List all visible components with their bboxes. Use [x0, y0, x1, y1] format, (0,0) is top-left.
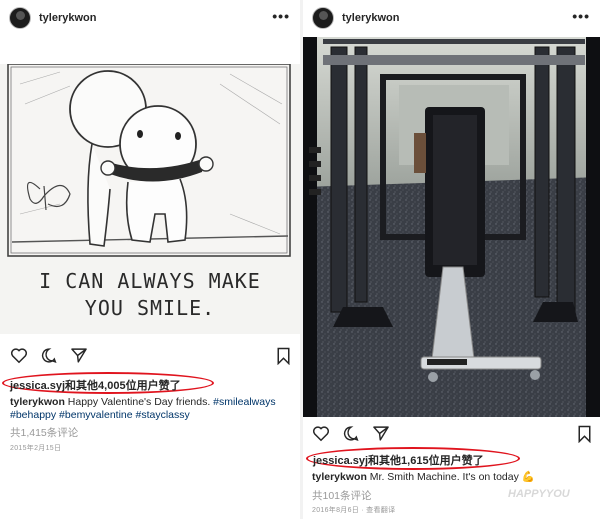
heart-icon[interactable] [10, 347, 28, 369]
watermark: HAPPYYOU [508, 488, 570, 500]
emoji-icon: 💪 [521, 471, 535, 483]
view-comments-link[interactable]: 共1,415条评论 [10, 425, 78, 440]
caption-text: Happy Valentine's Day friends. [67, 396, 211, 408]
more-icon[interactable]: ••• [572, 8, 590, 24]
sketch-drawing: I CAN ALWAYS MAKE YOU SMILE. [7, 64, 291, 320]
hashtag[interactable]: #smilealways [213, 396, 275, 408]
post-photo[interactable]: I CAN ALWAYS MAKE YOU SMILE. [0, 64, 300, 334]
view-comments-link[interactable]: 共101条评论 [312, 488, 372, 503]
share-icon[interactable] [372, 425, 390, 447]
post-left: tylerykwon ••• I CAN ALWAYS MAKE YOU SMI… [0, 0, 300, 519]
post-date: 2016年8月6日 · 查看翻译 [312, 507, 396, 514]
bookmark-icon[interactable] [577, 425, 592, 448]
caption-username[interactable]: tylerykwon [312, 471, 367, 483]
more-icon[interactable]: ••• [272, 8, 290, 24]
bookmark-icon[interactable] [276, 347, 291, 370]
post-caption: tylerykwon Happy Valentine's Day friends… [10, 396, 295, 422]
post-right: tylerykwon ••• jessica.syj和其他1,615位用户赞了 … [303, 0, 600, 519]
comment-icon[interactable] [40, 347, 58, 369]
caption-text: Mr. Smith Machine. It's on today [369, 471, 519, 483]
share-icon[interactable] [70, 347, 88, 369]
action-bar [312, 425, 390, 447]
hashtags[interactable]: #behappy #bemyvalentine #stayclassy [10, 409, 190, 421]
action-bar [10, 347, 88, 369]
sketch-text-line1: I CAN ALWAYS MAKE [39, 269, 261, 293]
gym-photo [303, 37, 600, 417]
heart-icon[interactable] [312, 425, 330, 447]
post-caption: tylerykwon Mr. Smith Machine. It's on to… [312, 471, 597, 484]
likes-count[interactable]: jessica.syj和其他1,615位用户赞了 [313, 452, 484, 468]
post-date: 2015年2月15日 [10, 445, 62, 452]
sketch-text-line2: YOU SMILE. [85, 296, 215, 320]
username[interactable]: tylerykwon [39, 12, 96, 24]
post-header: tylerykwon ••• [0, 0, 300, 36]
username[interactable]: tylerykwon [342, 12, 399, 24]
post-photo[interactable] [303, 37, 600, 417]
comment-icon[interactable] [342, 425, 360, 447]
avatar[interactable] [312, 7, 334, 29]
post-header: tylerykwon ••• [303, 0, 600, 36]
likes-count[interactable]: jessica.syj和其他4,005位用户赞了 [10, 377, 181, 393]
caption-username[interactable]: tylerykwon [10, 396, 65, 408]
avatar[interactable] [9, 7, 31, 29]
